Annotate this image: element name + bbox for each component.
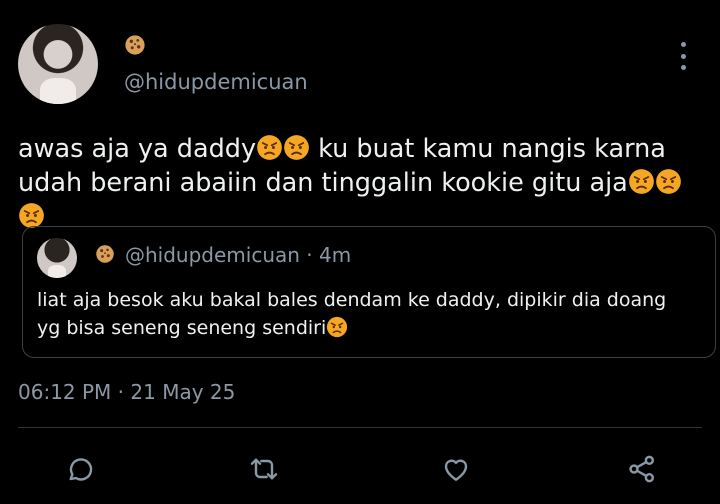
retweet-icon xyxy=(250,458,278,480)
tweet-text-part: awas aja ya daddy xyxy=(18,134,257,164)
quoted-text: liat aja besok aku bakal bales dendam ke… xyxy=(37,286,707,342)
quoted-line-1: liat aja besok aku bakal bales dendam ke… xyxy=(37,289,667,311)
retweet-button[interactable] xyxy=(246,451,282,487)
reply-button[interactable] xyxy=(62,451,98,487)
divider xyxy=(18,427,702,428)
angry-face-emoji-icon xyxy=(327,316,348,338)
quoted-text-part: yg bisa seneng seneng sendiri xyxy=(37,317,327,339)
angry-face-emoji-icon xyxy=(655,169,681,194)
angry-face-emoji-icon xyxy=(628,169,654,194)
quoted-meta: @hidupdemicuan · 4m xyxy=(125,243,352,267)
handle[interactable]: @hidupdemicuan xyxy=(124,70,308,94)
more-options-icon[interactable] xyxy=(676,42,690,70)
like-icon xyxy=(444,459,468,481)
quoted-line-2: yg bisa seneng seneng sendiri xyxy=(37,314,707,342)
like-button[interactable] xyxy=(438,451,474,487)
angry-face-emoji-icon xyxy=(257,135,282,160)
tweet-text-part: udah berani abaiin dan tinggalin kookie … xyxy=(18,168,628,198)
share-icon xyxy=(629,455,654,483)
angry-face-emoji-icon xyxy=(19,203,44,228)
angry-face-emoji-icon xyxy=(284,135,309,160)
quoted-tweet[interactable]: @hidupdemicuan · 4m liat aja besok aku b… xyxy=(22,226,716,358)
tweet-line-2: udah berani abaiin dan tinggalin kookie … xyxy=(18,166,708,234)
tweet-text: awas aja ya daddy ku buat kamu nangis ka… xyxy=(18,132,708,234)
reply-icon xyxy=(69,458,93,481)
tweet-text-part: ku buat kamu nangis karna xyxy=(310,134,666,164)
cookie-icon xyxy=(125,35,145,55)
tweet-line-1: awas aja ya daddy ku buat kamu nangis ka… xyxy=(18,132,708,166)
share-button[interactable] xyxy=(624,451,660,487)
cookie-icon xyxy=(96,245,114,263)
quoted-avatar xyxy=(37,238,77,278)
timestamp[interactable]: 06:12 PM · 21 May 25 xyxy=(18,380,235,404)
avatar[interactable] xyxy=(18,24,98,104)
